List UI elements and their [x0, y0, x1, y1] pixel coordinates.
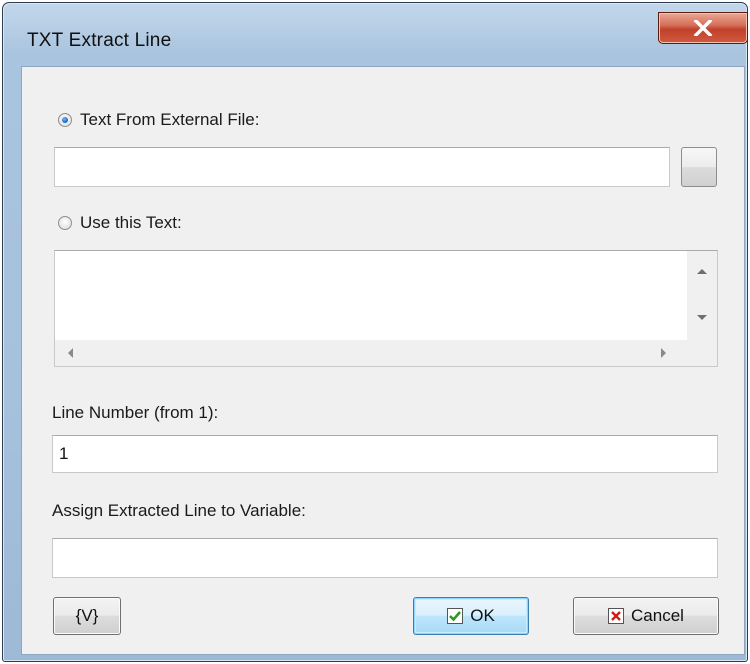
scrollbar-corner [687, 340, 717, 366]
x-mark-icon [608, 608, 625, 624]
scroll-right-icon[interactable] [661, 348, 666, 358]
close-button[interactable] [658, 12, 748, 44]
scroll-up-icon[interactable] [697, 269, 707, 274]
assign-variable-input[interactable] [52, 538, 718, 578]
vertical-scrollbar[interactable] [687, 251, 717, 340]
title-bar[interactable]: TXT Extract Line [3, 3, 748, 59]
text-memo-area[interactable] [54, 250, 718, 367]
radio-use-text[interactable]: Use this Text: [58, 213, 182, 233]
window-title: TXT Extract Line [27, 30, 172, 51]
variables-button-label: {V} [75, 606, 99, 625]
line-number-value: 1 [59, 444, 69, 463]
variables-button[interactable]: {V} [53, 597, 121, 635]
radio-use-text-label: Use this Text: [80, 213, 182, 232]
ok-button[interactable]: OK [413, 597, 529, 635]
cancel-button-label: Cancel [631, 606, 684, 625]
scroll-left-icon[interactable] [68, 348, 73, 358]
external-file-path-input[interactable] [54, 147, 670, 187]
radio-external-file[interactable]: Text From External File: [58, 110, 260, 130]
dialog-body: Text From External File: Use this Text: [21, 66, 745, 655]
radio-external-file-label: Text From External File: [80, 110, 260, 129]
ok-button-label: OK [470, 606, 495, 625]
assign-variable-label: Assign Extracted Line to Variable: [52, 501, 306, 520]
browse-file-button[interactable] [681, 147, 717, 187]
checkmark-icon [447, 608, 464, 624]
horizontal-scrollbar[interactable] [55, 340, 687, 366]
radio-external-file-indicator[interactable] [58, 113, 72, 127]
close-icon [693, 20, 713, 36]
radio-use-text-indicator[interactable] [58, 216, 72, 230]
cancel-button[interactable]: Cancel [573, 597, 719, 635]
line-number-label: Line Number (from 1): [52, 403, 219, 422]
line-number-input[interactable]: 1 [52, 435, 718, 473]
scroll-down-icon[interactable] [697, 315, 707, 320]
dialog-window: TXT Extract Line Text From External File… [2, 2, 748, 662]
